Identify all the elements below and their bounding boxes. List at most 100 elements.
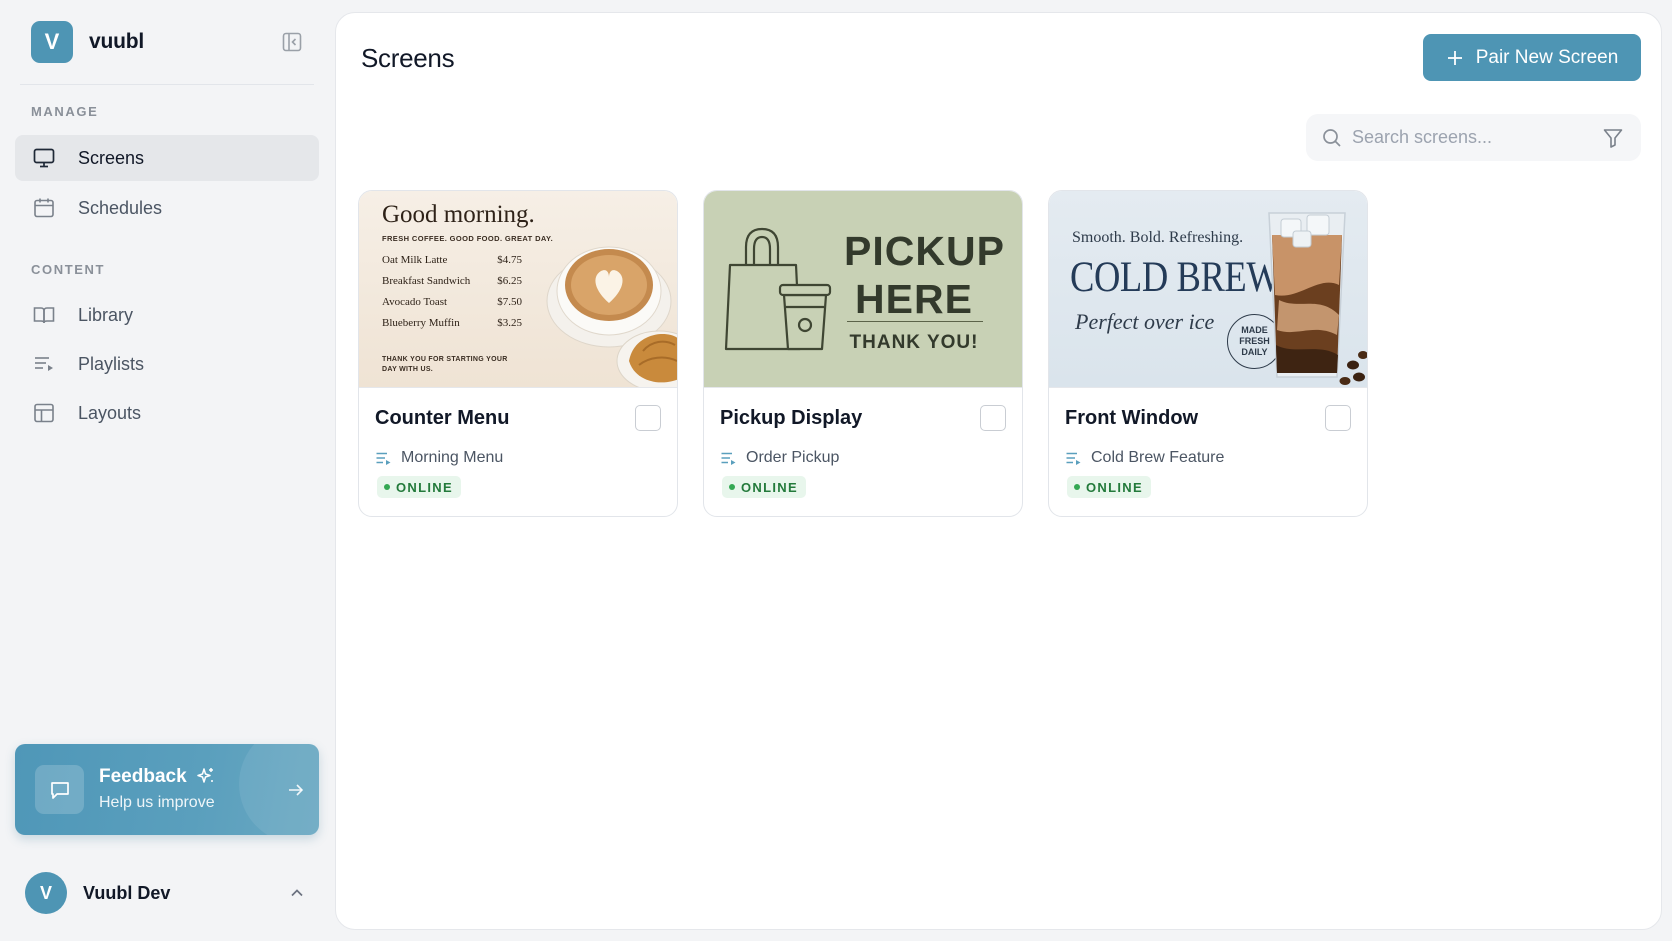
- menu-item: Avocado Toast: [382, 296, 448, 308]
- sidebar-item-layouts[interactable]: Layouts: [15, 390, 319, 436]
- screen-card-front-window[interactable]: Smooth. Bold. Refreshing. COLD BREW Perf…: [1048, 190, 1368, 517]
- status-dot: [384, 484, 390, 490]
- status-text: ONLINE: [1086, 479, 1143, 495]
- chevron-up-icon: [291, 889, 303, 897]
- menu-price: $3.25: [497, 317, 522, 329]
- collapse-sidebar-button[interactable]: [281, 31, 303, 53]
- menu-item: Breakfast Sandwich: [382, 275, 471, 287]
- menu-row: Avocado Toast $7.50: [382, 296, 522, 308]
- message-icon: [50, 781, 69, 799]
- search-icon: [1323, 129, 1341, 147]
- latte-illustration: [546, 246, 677, 387]
- sidebar-item-schedules[interactable]: Schedules: [15, 185, 319, 231]
- screen-thumbnail: PICKUP HERE THANK YOU!: [704, 191, 1022, 388]
- feedback-glow: [239, 744, 319, 835]
- pair-new-screen-button[interactable]: Pair New Screen: [1423, 34, 1641, 81]
- thumb-subtitle: THANK YOU!: [849, 332, 979, 353]
- brand-name: vuubl: [89, 30, 144, 53]
- screen-thumbnail: Good morning. FRESH COFFEE. GOOD FOOD. G…: [359, 191, 677, 388]
- plus-icon: [1447, 50, 1462, 65]
- playlist-icon: [721, 452, 736, 465]
- calendar-icon: [32, 196, 56, 220]
- sidebar-item-label: Playlists: [78, 353, 145, 374]
- playlist-name: Order Pickup: [746, 449, 840, 466]
- layout-icon: [32, 401, 56, 425]
- screen-name: Counter Menu: [375, 407, 510, 429]
- main-panel: Screens Pair New Screen Good morning. FR…: [335, 12, 1662, 930]
- menu-row: Oat Milk Latte $4.75: [382, 254, 522, 266]
- shopping-bag-cup-icon: [724, 227, 832, 351]
- status-dot: [729, 484, 735, 490]
- menu-item: Oat Milk Latte: [382, 254, 448, 266]
- brand[interactable]: V vuubl: [31, 21, 144, 63]
- user-menu[interactable]: V Vuubl Dev: [25, 872, 315, 914]
- section-label-manage: MANAGE: [31, 104, 99, 119]
- status-badge: ONLINE: [1067, 476, 1151, 498]
- playlist-icon: [376, 452, 391, 465]
- sidebar-item-label: Library: [78, 304, 134, 325]
- sidebar: V vuubl MANAGE Screens Schedules CONTENT…: [0, 0, 334, 941]
- sidebar-collapse-icon: [282, 32, 302, 52]
- playlist-name: Cold Brew Feature: [1091, 449, 1225, 466]
- thumb-title: Good morning.: [382, 201, 535, 228]
- playlist-name: Morning Menu: [401, 449, 504, 466]
- section-label-content: CONTENT: [31, 262, 106, 277]
- sidebar-divider: [20, 84, 314, 85]
- screen-card-pickup-display[interactable]: PICKUP HERE THANK YOU! Pickup Display Or…: [703, 190, 1023, 517]
- menu-row: Blueberry Muffin $3.25: [382, 317, 522, 329]
- status-badge: ONLINE: [722, 476, 806, 498]
- menu-price: $7.50: [497, 296, 522, 308]
- thumb-title: COLD BREW: [1070, 254, 1281, 301]
- search-box: [1306, 114, 1641, 161]
- thumb-tagline: Smooth. Bold. Refreshing.: [1072, 229, 1244, 246]
- status-badge: ONLINE: [377, 476, 461, 498]
- feedback-card[interactable]: Feedback Help us improve: [15, 744, 319, 835]
- user-name: Vuubl Dev: [83, 882, 171, 903]
- brand-logo: V: [31, 21, 73, 63]
- playlist-icon: [1066, 452, 1081, 465]
- sidebar-item-playlists[interactable]: Playlists: [15, 341, 319, 387]
- cold-brew-glass-illustration: [1268, 212, 1367, 385]
- thumb-title-line: PICKUP: [844, 228, 1005, 274]
- screen-playlist: Order Pickup: [720, 448, 839, 468]
- menu-price: $6.25: [497, 275, 522, 287]
- menu-row: Breakfast Sandwich $6.25: [382, 275, 522, 287]
- status-text: ONLINE: [741, 479, 798, 495]
- screen-playlist: Cold Brew Feature: [1065, 448, 1224, 468]
- monitor-icon: [32, 146, 56, 170]
- sidebar-item-screens[interactable]: Screens: [15, 135, 319, 181]
- sidebar-item-label: Layouts: [78, 402, 142, 423]
- thumb-title-line: HERE: [855, 276, 973, 322]
- screen-thumbnail: Smooth. Bold. Refreshing. COLD BREW Perf…: [1049, 191, 1367, 388]
- status-dot: [1074, 484, 1080, 490]
- playlist-icon: [32, 352, 56, 376]
- screen-playlist: Morning Menu: [375, 448, 503, 468]
- thumb-title: PICKUP HERE: [844, 227, 1005, 323]
- select-checkbox[interactable]: [1325, 405, 1351, 431]
- avatar: V: [25, 872, 67, 914]
- filter-icon[interactable]: [1602, 127, 1624, 149]
- status-text: ONLINE: [396, 479, 453, 495]
- screen-name: Front Window: [1065, 407, 1199, 429]
- feedback-subtitle: Help us improve: [99, 794, 215, 811]
- arrow-right-icon: [289, 784, 304, 796]
- thumb-subtitle: Perfect over ice: [1075, 309, 1215, 334]
- pair-new-screen-label: Pair New Screen: [1475, 46, 1619, 68]
- thumb-footer: THANK YOU FOR STARTING YOUR DAY WITH US.: [382, 356, 508, 373]
- search-input[interactable]: [1352, 114, 1592, 161]
- book-icon: [32, 303, 56, 327]
- select-checkbox[interactable]: [635, 405, 661, 431]
- feedback-icon-box: [35, 765, 84, 814]
- screen-card-counter-menu[interactable]: Good morning. FRESH COFFEE. GOOD FOOD. G…: [358, 190, 678, 517]
- page-title: Screens: [361, 43, 455, 73]
- feedback-title: Feedback: [99, 766, 187, 787]
- menu-item: Blueberry Muffin: [382, 317, 460, 329]
- sidebar-item-label: Screens: [78, 147, 145, 168]
- select-checkbox[interactable]: [980, 405, 1006, 431]
- sidebar-item-library[interactable]: Library: [15, 292, 319, 338]
- thumb-divider: [847, 321, 983, 322]
- sparkle-icon: [197, 768, 213, 783]
- thumb-subtitle: FRESH COFFEE. GOOD FOOD. GREAT DAY.: [382, 234, 554, 243]
- screen-name: Pickup Display: [720, 407, 863, 429]
- sidebar-item-label: Schedules: [78, 197, 163, 218]
